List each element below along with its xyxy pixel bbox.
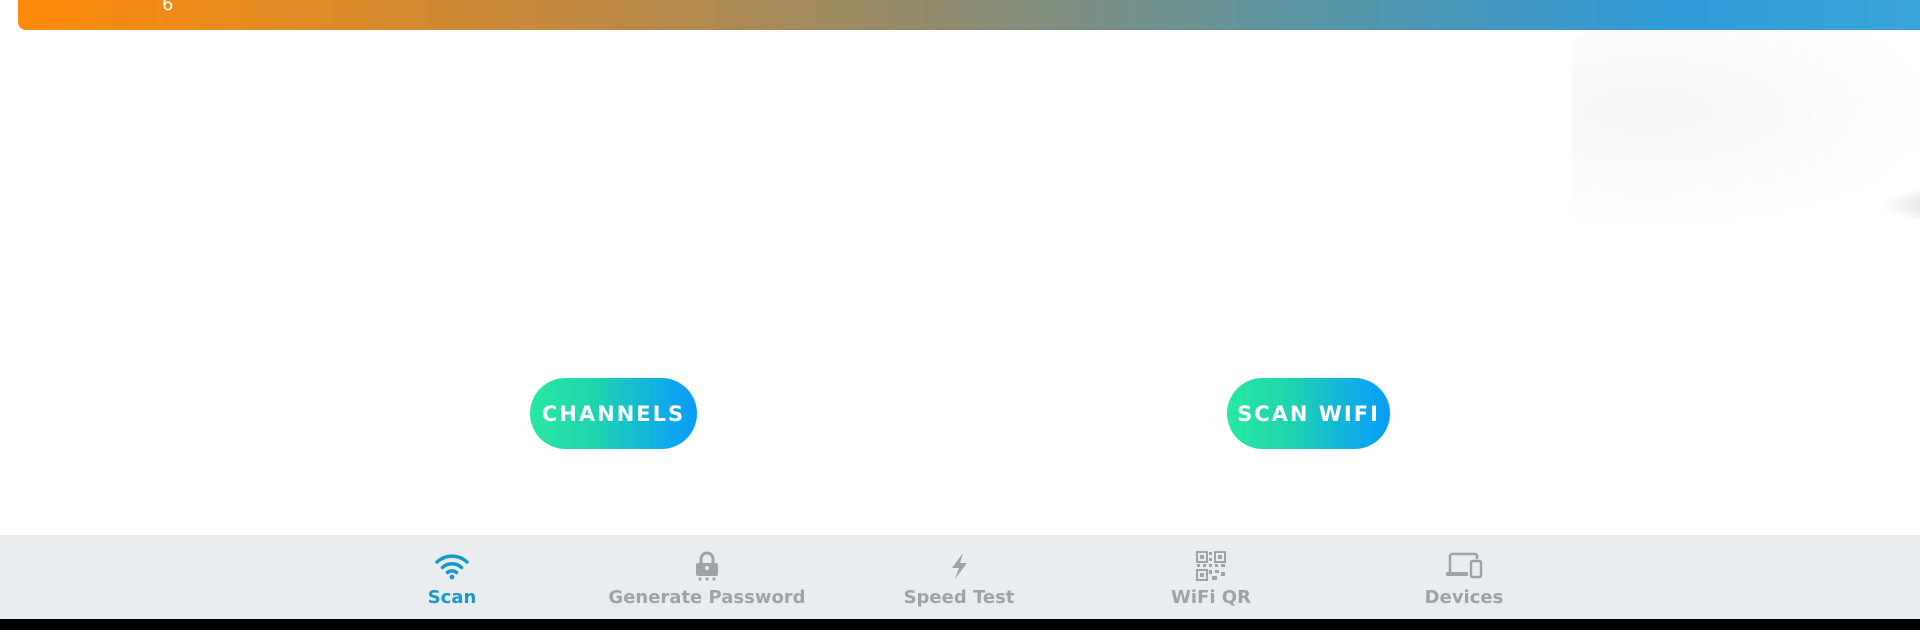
qr-code-icon <box>1196 551 1226 581</box>
nav-tab-scan[interactable]: Scan <box>402 535 502 619</box>
nav-tab-label: Devices <box>1424 587 1504 608</box>
bottom-navigation-bar: Scan Generate Password Speed Test WiFi Q… <box>0 535 1920 619</box>
nav-tab-wifi-qr[interactable]: WiFi QR <box>1161 535 1261 619</box>
bottom-edge-bar <box>0 619 1920 630</box>
scan-wifi-button[interactable]: SCAN WIFI <box>1227 378 1390 449</box>
background-card-shadow <box>1572 30 1920 230</box>
nav-tab-label: Scan <box>427 587 477 608</box>
channels-button[interactable]: CHANNELS <box>530 378 697 449</box>
top-banner <box>18 0 1920 30</box>
nav-tab-generate-password[interactable]: Generate Password <box>602 535 812 619</box>
lightning-icon <box>947 551 971 581</box>
banner-number: 6 <box>162 0 174 15</box>
nav-tab-label: WiFi QR <box>1171 587 1251 608</box>
app-window: 6 CHANNELS SCAN WIFI Scan Generate Passw… <box>0 0 1920 619</box>
wifi-icon <box>435 551 469 581</box>
nav-tab-label: Speed Test <box>903 587 1015 608</box>
nav-tab-devices[interactable]: Devices <box>1414 535 1514 619</box>
lock-icon <box>693 551 721 581</box>
nav-tab-speed-test[interactable]: Speed Test <box>894 535 1024 619</box>
nav-tab-label: Generate Password <box>608 587 806 608</box>
devices-icon <box>1445 551 1483 581</box>
